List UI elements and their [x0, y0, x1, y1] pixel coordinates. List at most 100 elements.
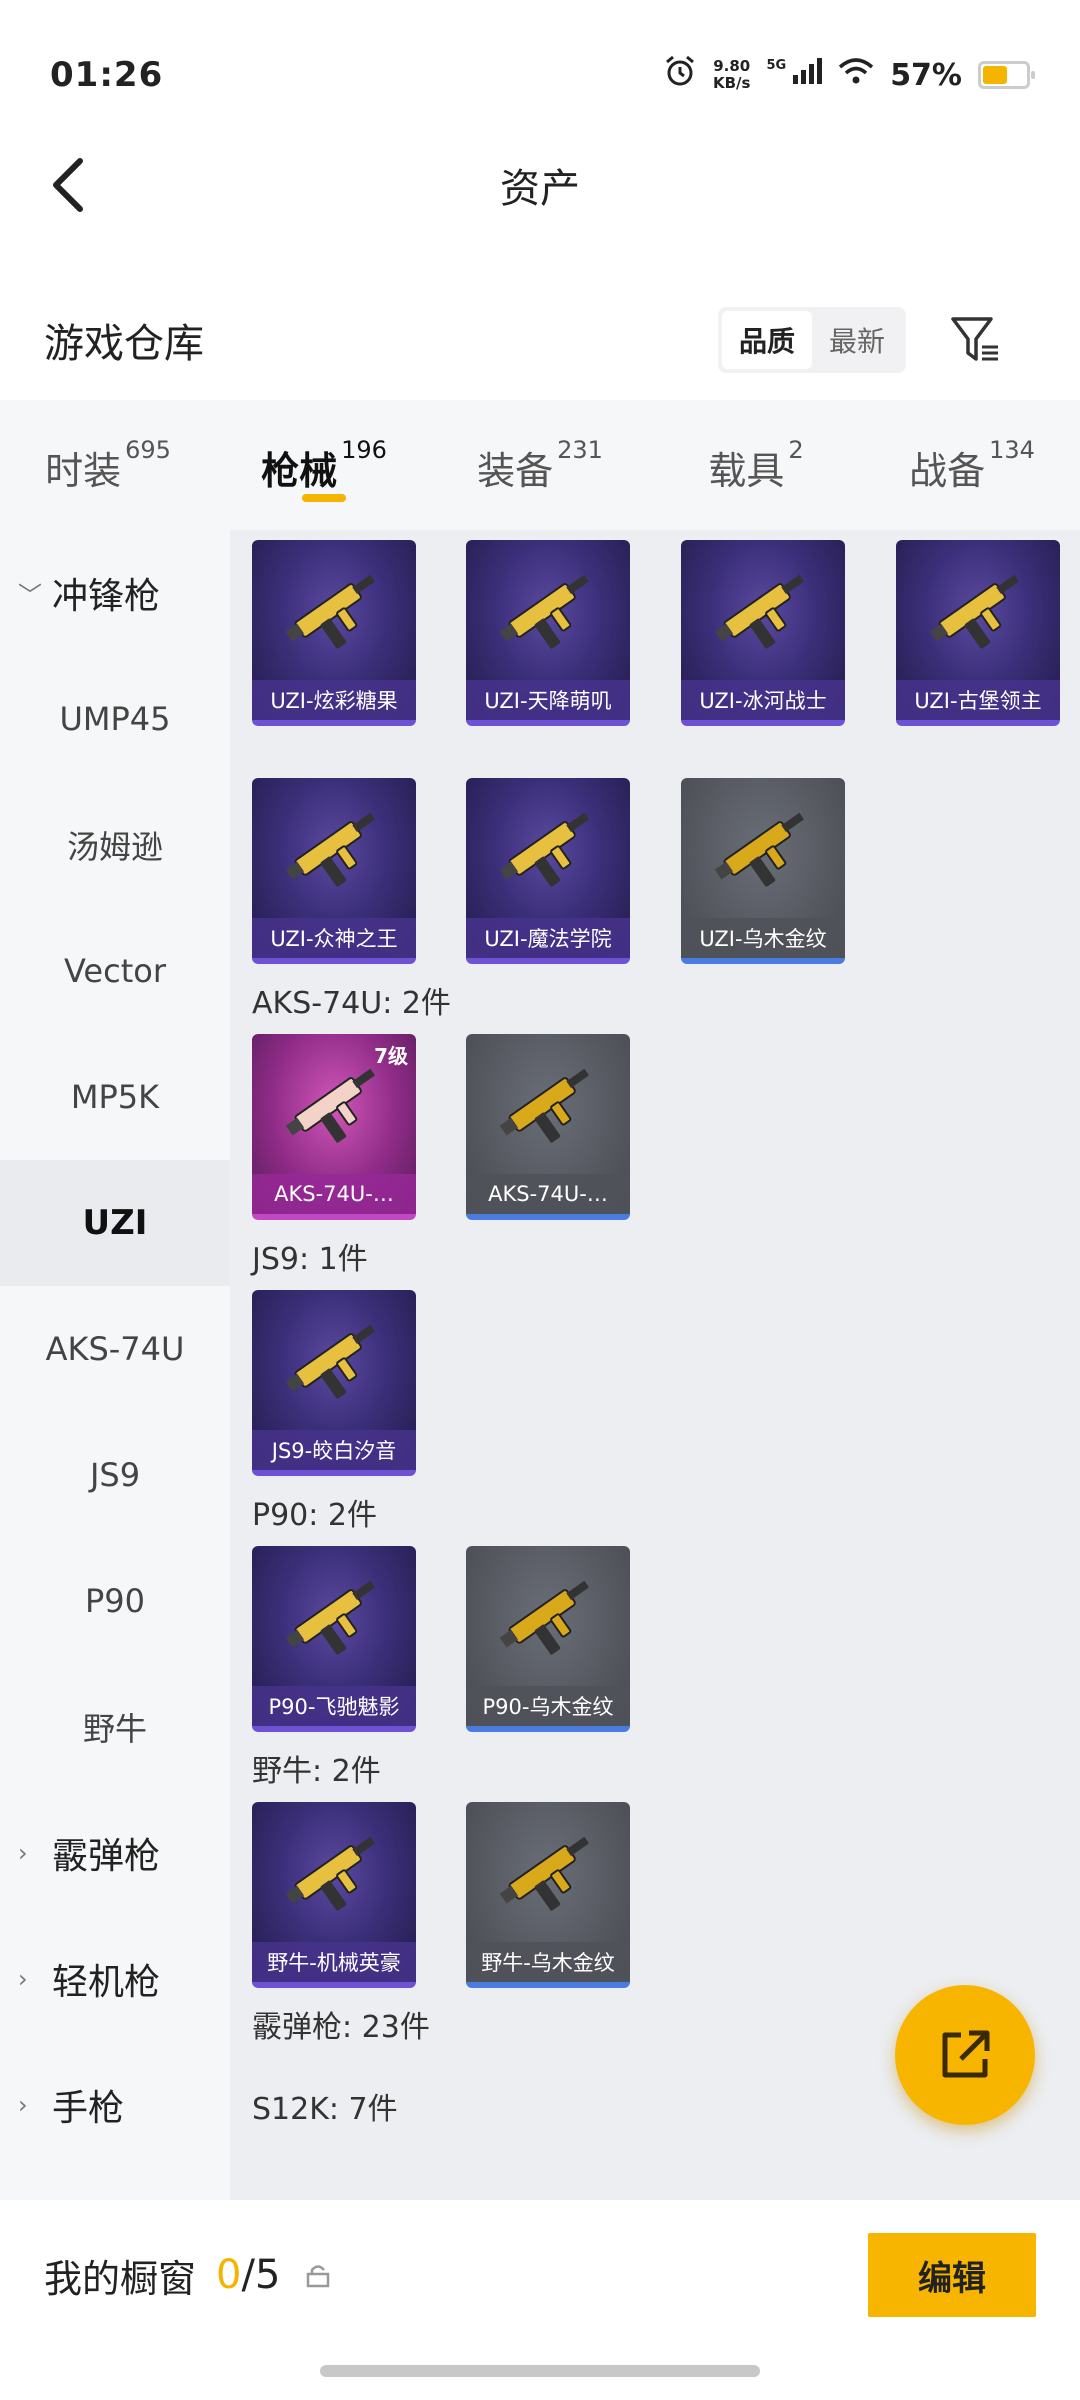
filter-button[interactable]	[946, 310, 1006, 370]
weapon-level: 7级	[374, 1044, 408, 1068]
weapon-card[interactable]: UZI-冰河战士	[681, 540, 845, 726]
sidebar-item-10[interactable]: › 霰弹枪	[0, 1790, 230, 1916]
weapon-card[interactable]: P90-飞驰魅影	[252, 1546, 416, 1732]
sidebar-item-11[interactable]: › 轻机枪	[0, 1916, 230, 2042]
chevron-right-icon: ›	[18, 2091, 28, 2119]
weapon-image	[252, 1802, 416, 1942]
weapon-name: 野牛-乌木金纹	[466, 1942, 630, 1982]
tab-label: 枪械	[261, 449, 338, 493]
tab-label: 战备	[909, 449, 986, 493]
weapon-card[interactable]: AKS-74U-…	[466, 1034, 630, 1220]
sidebar-item-0[interactable]: ﹀ 冲锋枪	[0, 530, 230, 656]
back-button[interactable]	[38, 155, 98, 215]
showcase-separator: /	[241, 2252, 255, 2298]
tab-count: 231	[557, 436, 603, 464]
chevron-right-icon: ›	[18, 1839, 28, 1867]
weapon-name: 野牛-机械英豪	[252, 1942, 416, 1982]
showcase-count: 0/5	[216, 2252, 280, 2298]
sidebar-item-1[interactable]: UMP45	[0, 656, 230, 782]
page-title: 资产	[500, 166, 580, 212]
weapon-card[interactable]: 7级 AKS-74U-…	[252, 1034, 416, 1220]
weapon-image	[466, 1546, 630, 1686]
sidebar-item-label: Vector	[64, 952, 166, 990]
tab-count: 2	[788, 436, 804, 464]
weapon-name: UZI-魔法学院	[466, 918, 630, 958]
weapon-card[interactable]: UZI-炫彩糖果	[252, 540, 416, 726]
alarm-icon	[663, 54, 697, 96]
weapon-image	[466, 778, 630, 918]
sidebar-item-6[interactable]: AKS-74U	[0, 1286, 230, 1412]
header: 资产	[0, 130, 1080, 240]
network-type: 5G	[766, 57, 787, 73]
sidebar-item-label: 霰弹枪	[52, 1836, 161, 1877]
weapon-image	[252, 540, 416, 680]
active-tab-indicator	[302, 494, 346, 502]
showcase-title: 我的橱窗	[44, 2256, 197, 2301]
showcase-current: 0	[216, 2252, 242, 2298]
weapon-card[interactable]: P90-乌木金纹	[466, 1546, 630, 1732]
chevron-right-icon: ›	[18, 1965, 28, 1993]
weapon-card[interactable]: UZI-天降萌叽	[466, 540, 630, 726]
tab-fashion[interactable]: 时装 695	[0, 420, 216, 510]
weapon-card[interactable]: 野牛-乌木金纹	[466, 1802, 630, 1988]
sidebar-item-9[interactable]: 野牛	[0, 1664, 230, 1790]
sidebar-item-7[interactable]: JS9	[0, 1412, 230, 1538]
sidebar-item-12[interactable]: › 手枪	[0, 2042, 230, 2168]
tab-label: 时装	[45, 449, 122, 493]
weapon-card[interactable]: UZI-乌木金纹	[681, 778, 845, 964]
section-title: 霰弹枪: 23件	[252, 2010, 430, 2045]
warehouse-title: 游戏仓库	[44, 321, 204, 367]
weapon-name: UZI-炫彩糖果	[252, 680, 416, 720]
tab-label: 装备	[477, 449, 554, 493]
showcase-total: 5	[254, 2252, 281, 2298]
weapon-sidebar: ﹀ 冲锋枪 UMP45 汤姆逊 Vector MP5K UZI AKS-74U JS9 P90 野牛…	[0, 530, 230, 2200]
tab-vehicles[interactable]: 载具 2	[648, 420, 864, 510]
signal-icon	[792, 57, 823, 93]
weapon-image	[252, 1546, 416, 1686]
weapon-name: AKS-74U-…	[466, 1174, 630, 1214]
sidebar-item-3[interactable]: Vector	[0, 908, 230, 1034]
battery-fill	[983, 66, 1007, 84]
edit-button[interactable]: 编辑	[868, 2233, 1036, 2317]
sort-quality[interactable]: 品质	[722, 311, 812, 369]
status-time: 01:26	[50, 55, 164, 95]
section-title: AKS-74U: 2件	[252, 986, 451, 1021]
home-indicator[interactable]	[320, 2365, 760, 2377]
section-title: S12K: 7件	[252, 2092, 398, 2127]
weapon-name: UZI-古堡领主	[896, 680, 1060, 720]
weapon-content[interactable]: UZI-炫彩糖果 UZI-天降萌叽 UZI-冰河战士 UZI-古堡领主 UZI-众神之王…	[230, 530, 1080, 2200]
sidebar-item-label: UMP45	[59, 700, 171, 738]
weapon-image	[466, 1034, 630, 1174]
weapon-name: P90-飞驰魅影	[252, 1686, 416, 1726]
warehouse-row: 游戏仓库 品质 最新	[0, 290, 1080, 390]
weapon-name: P90-乌木金纹	[466, 1686, 630, 1726]
status-bar: 01:26 9.80 KB/s 5G 57%	[0, 0, 1080, 150]
tab-equipment[interactable]: 装备 231	[432, 420, 648, 510]
sidebar-item-5[interactable]: UZI	[0, 1160, 230, 1286]
weapon-card[interactable]: UZI-众神之王	[252, 778, 416, 964]
tab-supplies[interactable]: 战备 134	[864, 420, 1080, 510]
external-link-icon	[942, 2030, 990, 2078]
weapon-image	[252, 1290, 416, 1430]
sidebar-item-label: 野牛	[82, 1710, 147, 1748]
weapon-name: UZI-乌木金纹	[681, 918, 845, 958]
weapon-card[interactable]: JS9-皎白汐音	[252, 1290, 416, 1476]
weapon-card[interactable]: UZI-魔法学院	[466, 778, 630, 964]
sidebar-item-8[interactable]: P90	[0, 1538, 230, 1664]
weapon-card[interactable]: UZI-古堡领主	[896, 540, 1060, 726]
tab-guns[interactable]: 枪械 196	[216, 420, 432, 510]
tab-label: 载具	[708, 449, 785, 493]
weapon-name: UZI-众神之王	[252, 918, 416, 958]
sidebar-item-label: P90	[84, 1582, 145, 1620]
sidebar-item-4[interactable]: MP5K	[0, 1034, 230, 1160]
share-button[interactable]	[895, 1985, 1035, 2125]
sidebar-item-label: UZI	[82, 1203, 148, 1243]
section-title: 野牛: 2件	[252, 1754, 381, 1789]
net-speed: 9.80 KB/s	[713, 58, 750, 92]
sort-newest[interactable]: 最新	[812, 311, 902, 369]
weapon-card[interactable]: 野牛-机械英豪	[252, 1802, 416, 1988]
sidebar-item-label: 冲锋枪	[52, 576, 161, 617]
sidebar-item-2[interactable]: 汤姆逊	[0, 782, 230, 908]
sidebar-item-label: 汤姆逊	[66, 828, 163, 866]
tab-count: 695	[125, 436, 171, 464]
